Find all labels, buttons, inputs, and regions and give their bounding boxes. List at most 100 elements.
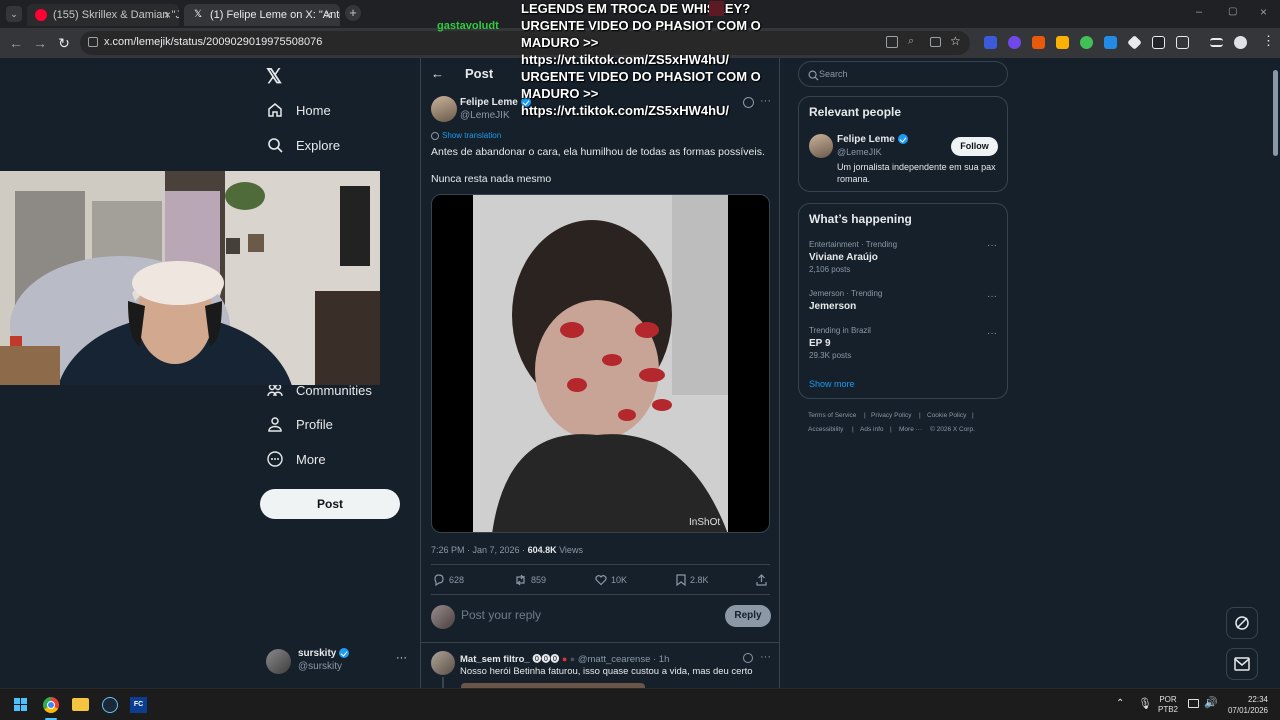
reply-submit-button[interactable]: Reply: [725, 605, 771, 627]
author-avatar[interactable]: [431, 96, 457, 122]
grok-button[interactable]: [1226, 607, 1258, 639]
reading-list-icon[interactable]: [1210, 38, 1223, 47]
nav-home[interactable]: Home: [266, 98, 331, 122]
browser-menu-icon[interactable]: ⋮: [1262, 33, 1275, 49]
footer-link[interactable]: Accessibility: [808, 426, 843, 433]
show-translation-link[interactable]: Show translation: [431, 131, 501, 140]
nav-profile[interactable]: Profile: [266, 412, 333, 436]
author-name[interactable]: Felipe Leme: [460, 97, 518, 108]
overlay-line: https://vt.tiktok.com/ZS5xHW4hU/: [521, 103, 730, 118]
more-icon[interactable]: ···: [987, 291, 997, 302]
show-more-link[interactable]: Show more: [809, 379, 855, 389]
file-explorer-icon[interactable]: [72, 698, 89, 711]
trend-item[interactable]: Trending in Brazil EP 9 29.3K posts ···: [799, 324, 1007, 364]
more-icon[interactable]: ···: [987, 240, 997, 251]
extensions-puzzle-icon[interactable]: [1176, 36, 1189, 49]
account-switcher[interactable]: surskity @surskity ···: [266, 648, 411, 676]
new-tab-button[interactable]: +: [345, 5, 361, 21]
bookmark-star-icon[interactable]: ☆: [950, 34, 961, 48]
youtube-icon: [35, 9, 47, 21]
scrollbar[interactable]: [1270, 58, 1280, 688]
overlay-line: URGENTE VIDEO DO PHASIOT COM O: [521, 18, 761, 33]
reply-avatar[interactable]: [431, 651, 455, 675]
footer-link[interactable]: Terms of Service: [808, 412, 856, 419]
extension-plus-icon[interactable]: [1080, 36, 1093, 49]
site-info-icon[interactable]: [88, 37, 98, 47]
steam-icon[interactable]: [102, 697, 118, 713]
display-icon[interactable]: [1188, 699, 1199, 708]
overlay-line: URGENTE VIDEO DO PHASIOT COM O: [521, 69, 761, 84]
post-timestamp[interactable]: 7:26 PM · Jan 7, 2026 ·: [431, 545, 528, 555]
microphone-icon[interactable]: 🎙: [1138, 697, 1152, 710]
video-watermark: InShOt: [689, 517, 721, 528]
extension-fox-icon[interactable]: [1032, 36, 1045, 49]
footer-link[interactable]: Cookie Policy: [927, 412, 966, 419]
like-button[interactable]: 10K: [595, 574, 627, 586]
tab-search-button[interactable]: ⌄: [6, 6, 22, 22]
volume-icon[interactable]: 🔊: [1204, 696, 1218, 709]
tab-x-post[interactable]: 𝕏 (1) Felipe Leme on X: "Ante... ×: [184, 4, 340, 26]
reply-author-name[interactable]: Mat_sem filtro_: [460, 654, 530, 665]
footer-link[interactable]: More ···: [899, 426, 922, 433]
x-logo-icon[interactable]: 𝕏: [266, 64, 282, 89]
reload-icon[interactable]: ↻: [56, 35, 72, 51]
system-clock[interactable]: 22:34 07/01/2026: [1226, 694, 1268, 716]
back-arrow-icon[interactable]: ←: [431, 66, 444, 81]
divider: [421, 642, 779, 643]
tab-youtube[interactable]: (155) Skrillex & Damian "Jr. Go... ×: [27, 4, 179, 26]
profile-avatar-icon[interactable]: [1234, 36, 1247, 49]
zoom-icon[interactable]: ⌕: [908, 35, 914, 48]
scrollbar-thumb[interactable]: [1273, 70, 1278, 156]
translate-icon[interactable]: [886, 36, 898, 48]
share-button[interactable]: [756, 574, 771, 586]
repost-icon: [516, 574, 525, 586]
grok-icon: [1235, 616, 1249, 630]
back-icon[interactable]: ←: [8, 35, 24, 51]
bookmark-button[interactable]: 2.8K: [676, 574, 709, 586]
install-icon[interactable]: [930, 37, 941, 47]
more-icon[interactable]: ···: [760, 651, 771, 663]
search-icon: [266, 136, 284, 154]
trend-item[interactable]: Entertainment · Trending Viviane Araújo …: [799, 238, 1007, 278]
repost-button[interactable]: 859: [514, 574, 546, 586]
search-input[interactable]: Search: [798, 61, 1008, 87]
window-close-icon[interactable]: ×: [1260, 5, 1267, 19]
overlay-line: https://vt.tiktok.com/ZS5xHW4hU/: [521, 52, 730, 67]
author-avatar[interactable]: [809, 134, 833, 158]
post-button[interactable]: Post: [260, 489, 400, 519]
minimize-icon[interactable]: –: [1196, 6, 1202, 18]
forward-icon[interactable]: →: [32, 35, 48, 51]
post-video[interactable]: InShOt: [431, 194, 770, 533]
follow-button[interactable]: Follow: [951, 137, 998, 156]
person-name[interactable]: Felipe Leme: [837, 134, 895, 145]
more-icon[interactable]: ···: [987, 328, 997, 339]
close-icon[interactable]: ×: [325, 4, 332, 26]
chrome-icon[interactable]: [43, 697, 59, 713]
bookmark-icon: [676, 574, 686, 586]
trend-item[interactable]: Jemerson · Trending Jemerson ···: [799, 287, 1007, 317]
extension-diamond-icon[interactable]: [1127, 35, 1142, 50]
nav-explore[interactable]: Explore: [266, 133, 340, 157]
extension-cup-icon[interactable]: [1056, 36, 1069, 49]
views-label: Views: [556, 545, 583, 555]
messages-button[interactable]: [1226, 648, 1258, 680]
author-handle[interactable]: @LemeJIK: [460, 110, 510, 121]
reply-input[interactable]: Post your reply: [461, 608, 721, 622]
grok-icon[interactable]: [743, 653, 753, 663]
tray-chevron-icon[interactable]: ⌃: [1116, 698, 1124, 709]
footer-link[interactable]: Ads info: [860, 426, 884, 433]
extension-s-icon[interactable]: [1152, 36, 1165, 49]
extension-cloud-icon[interactable]: [1008, 36, 1021, 49]
more-icon[interactable]: ···: [396, 652, 407, 664]
fc-app-icon[interactable]: FC: [130, 697, 147, 713]
extension-wave-icon[interactable]: [1104, 36, 1117, 49]
input-language[interactable]: POR PTB2: [1158, 695, 1178, 715]
maximize-icon[interactable]: ▢: [1228, 6, 1237, 17]
x-logo-icon: 𝕏: [193, 9, 203, 20]
nav-more[interactable]: More: [266, 447, 326, 471]
extension-shield-icon[interactable]: [984, 36, 997, 49]
footer-link[interactable]: Privacy Policy: [871, 412, 911, 419]
close-icon[interactable]: ×: [164, 4, 171, 26]
windows-start-icon[interactable]: [14, 698, 28, 712]
reply-button[interactable]: 628: [433, 574, 464, 586]
